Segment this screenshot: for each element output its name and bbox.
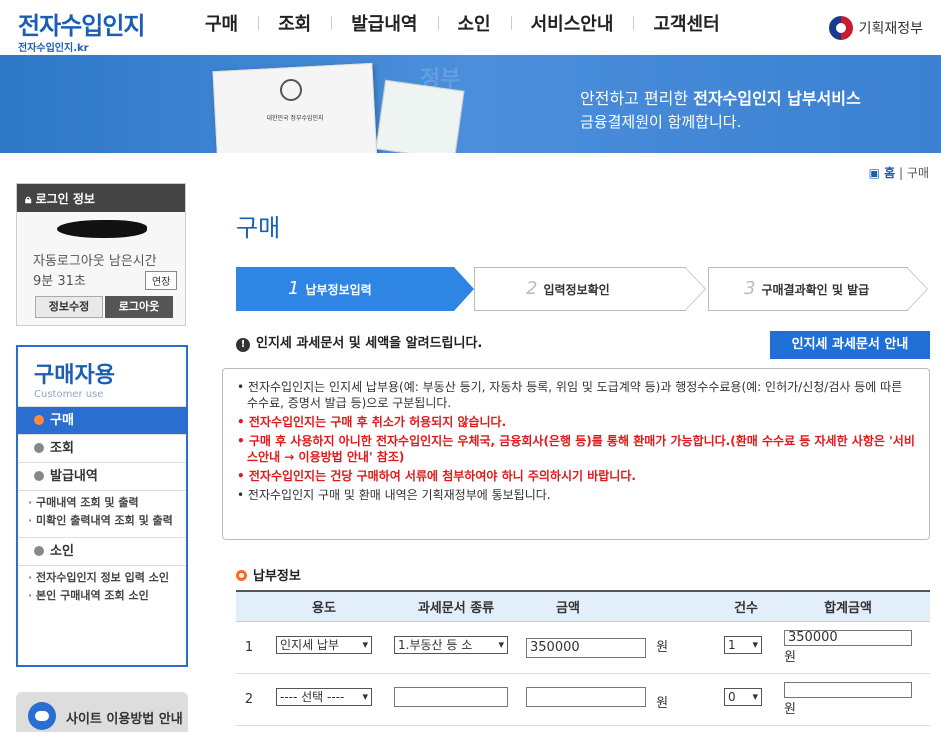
amount-input[interactable] <box>526 687 646 707</box>
login-info-panel: 🔒︎ 로그인 정보 자동로그아웃 남은시간 9분 31초 연장 정보수정 로그아… <box>16 183 186 326</box>
logo-subtitle: 전자수입인지.kr <box>18 43 89 54</box>
guide-icon <box>28 702 56 730</box>
stamp-document-image <box>212 62 378 153</box>
total-amount-field <box>784 681 912 698</box>
global-nav: 구매 조회 발급내역 소인 서비스안내 고객센터 <box>185 10 740 36</box>
total-unit: 원 <box>784 649 796 665</box>
ministry-label: 기획재정부 <box>858 21 923 37</box>
document-title: 대한민국 정부수입인지 <box>266 115 324 122</box>
auto-logout-time: 9분 31초 <box>33 274 86 289</box>
side-sub-unconfirmed-print[interactable]: 미확인 출력내역 조회 및 출력 <box>26 513 178 529</box>
amount-unit: 원 <box>656 696 669 711</box>
step-2: 2 입력정보확인 <box>474 267 706 311</box>
side-submenu-history: 구매내역 조회 및 출력 미확인 출력내역 조회 및 출력 <box>18 490 186 537</box>
step-indicator: 1 납부정보입력 2 입력정보확인 3 구매결과확인 및 발급 <box>236 267 930 311</box>
bullet-icon <box>34 470 44 481</box>
nav-service-guide[interactable]: 서비스안내 <box>510 10 634 36</box>
breadcrumb-current: 구매 <box>906 166 929 180</box>
total-amount-field: 350000 <box>784 629 912 646</box>
usage-select[interactable]: ---- 선택 ---- <box>276 688 372 706</box>
payment-section-title: 납부정보 <box>236 565 301 584</box>
circle-bullet-icon <box>236 570 247 581</box>
side-item-cancel[interactable]: 소인 <box>18 537 186 565</box>
notice-item: 전자수입인지는 건당 구매하여 서류에 첨부하여야 하니 주의하시기 바랍니다. <box>237 468 915 484</box>
step-2-label: 입력정보확인 <box>543 283 610 297</box>
login-info-header: 🔒︎ 로그인 정보 <box>17 184 185 212</box>
page-title: 구매 <box>236 214 281 242</box>
payment-table: 용도 과세문서 종류 금액 건수 합계금액 1 인지세 납부 1.부동산 등 소… <box>236 590 930 726</box>
edit-info-button[interactable]: 정보수정 <box>35 296 103 318</box>
bullet-icon <box>34 545 44 556</box>
side-menu: 구매자용 Customer use 구매 조회 발급내역 구매내역 조회 및 출… <box>16 345 188 667</box>
notice-box: 전자수입인지는 인지세 납부용(예: 부동산 등기, 자동차 등록, 위임 및 … <box>222 368 930 540</box>
nav-cancel[interactable]: 소인 <box>437 10 511 36</box>
site-guide-button[interactable]: 사이트 이용방법 안내 <box>16 692 188 732</box>
side-item-issue-history[interactable]: 발급내역 <box>18 462 186 490</box>
table-row: 1 인지세 납부 1.부동산 등 소 350000 원 1 350000 원 <box>236 621 930 674</box>
site-logo[interactable]: 전자수입인지 전자수입인지.kr <box>18 6 145 54</box>
side-menu-title: 구매자용 <box>34 363 115 388</box>
bullet-icon <box>34 442 44 453</box>
ministry-link[interactable]: 기획재정부 <box>828 16 923 40</box>
side-submenu-cancel: 전자수입인지 정보 입력 소인 본인 구매내역 조회 소인 <box>18 565 186 612</box>
table-row: 2 ---- 선택 ---- 원 0 원 <box>236 673 930 726</box>
bullet-icon <box>34 414 44 425</box>
banner-subline: 금융결제원이 함께합니다. <box>580 113 742 131</box>
col-count: 건수 <box>696 591 766 622</box>
usage-select[interactable]: 인지세 납부 <box>276 636 372 654</box>
redacted-username <box>57 220 147 238</box>
col-usage: 용도 <box>262 591 386 622</box>
nav-inquiry[interactable]: 조회 <box>258 10 331 36</box>
notice-item: 전자수입인지는 인지세 납부용(예: 부동산 등기, 자동차 등록, 위임 및 … <box>237 379 915 411</box>
step-3: 3 구매결과확인 및 발급 <box>708 267 930 311</box>
breadcrumb-separator: | <box>899 166 904 180</box>
step-1: 1 납부정보입력 <box>236 267 474 311</box>
breadcrumb-home[interactable]: ▣ 홈 <box>869 166 896 180</box>
header: 전자수입인지 전자수입인지.kr 구매 조회 발급내역 소인 서비스안내 고객센… <box>0 0 941 55</box>
logout-button[interactable]: 로그아웃 <box>105 296 173 318</box>
col-doc-type: 과세문서 종류 <box>386 591 526 622</box>
logo-title: 전자수입인지 <box>18 12 145 40</box>
notice-item: 전자수입인지 구매 및 환매 내역은 기획재정부에 통보됩니다. <box>237 487 915 503</box>
side-item-inquiry[interactable]: 조회 <box>18 434 186 462</box>
site-guide-label: 사이트 이용방법 안내 <box>66 712 183 727</box>
side-menu-subtitle: Customer use <box>34 389 104 400</box>
side-item-buy[interactable]: 구매 <box>18 406 186 434</box>
banner-headline: 안전하고 편리한 전자수입인지 납부서비스 <box>580 89 861 108</box>
col-total: 합계금액 <box>766 591 930 622</box>
side-sub-own-cancel[interactable]: 본인 구매내역 조회 소인 <box>26 588 178 604</box>
nav-issue-history[interactable]: 발급내역 <box>331 10 437 36</box>
amount-input[interactable]: 350000 <box>526 638 646 658</box>
breadcrumb: ▣ 홈 | 구매 <box>869 164 929 181</box>
count-select[interactable]: 0 <box>724 688 762 706</box>
table-header-row: 용도 과세문서 종류 금액 건수 합계금액 <box>236 591 930 622</box>
taegeuk-icon <box>828 16 853 40</box>
col-no <box>236 591 262 622</box>
step-1-label: 납부정보입력 <box>305 283 372 297</box>
notice-heading: ! 인지세 과세문서 및 세액을 알려드립니다. <box>236 332 482 352</box>
hero-banner: 대한민국 정부수입인지 정부 안전하고 편리한 전자수입인지 납부서비스 금융결… <box>0 55 941 153</box>
notice-item: 전자수입인지는 구매 후 취소가 허용되지 않습니다. <box>237 414 915 430</box>
side-sub-purchase-history[interactable]: 구매내역 조회 및 출력 <box>26 495 178 511</box>
seal-icon <box>280 79 302 101</box>
col-amount: 금액 <box>526 591 696 622</box>
row-number: 1 <box>236 621 262 674</box>
tax-document-guide-button[interactable]: 인지세 과세문서 안내 <box>770 331 930 359</box>
doc-type-select[interactable] <box>394 687 508 707</box>
row-number: 2 <box>236 673 262 726</box>
auto-logout-label: 자동로그아웃 남은시간 <box>33 254 157 269</box>
exclamation-icon: ! <box>236 338 250 352</box>
amount-unit: 원 <box>656 640 669 655</box>
side-sub-input-cancel[interactable]: 전자수입인지 정보 입력 소인 <box>26 570 178 586</box>
step-3-label: 구매결과확인 및 발급 <box>761 283 870 297</box>
total-unit: 원 <box>784 701 796 717</box>
count-select[interactable]: 1 <box>724 636 762 654</box>
extend-session-button[interactable]: 연장 <box>145 271 178 290</box>
notice-item: 구매 후 사용하지 아니한 전자수입인지는 우체국, 금융회사(은행 등)를 통… <box>237 433 915 465</box>
nav-customer-center[interactable]: 고객센터 <box>633 10 739 36</box>
doc-type-select[interactable]: 1.부동산 등 소 <box>394 636 508 654</box>
nav-buy[interactable]: 구매 <box>185 10 258 36</box>
watermark-stamp: 정부 <box>420 67 461 92</box>
